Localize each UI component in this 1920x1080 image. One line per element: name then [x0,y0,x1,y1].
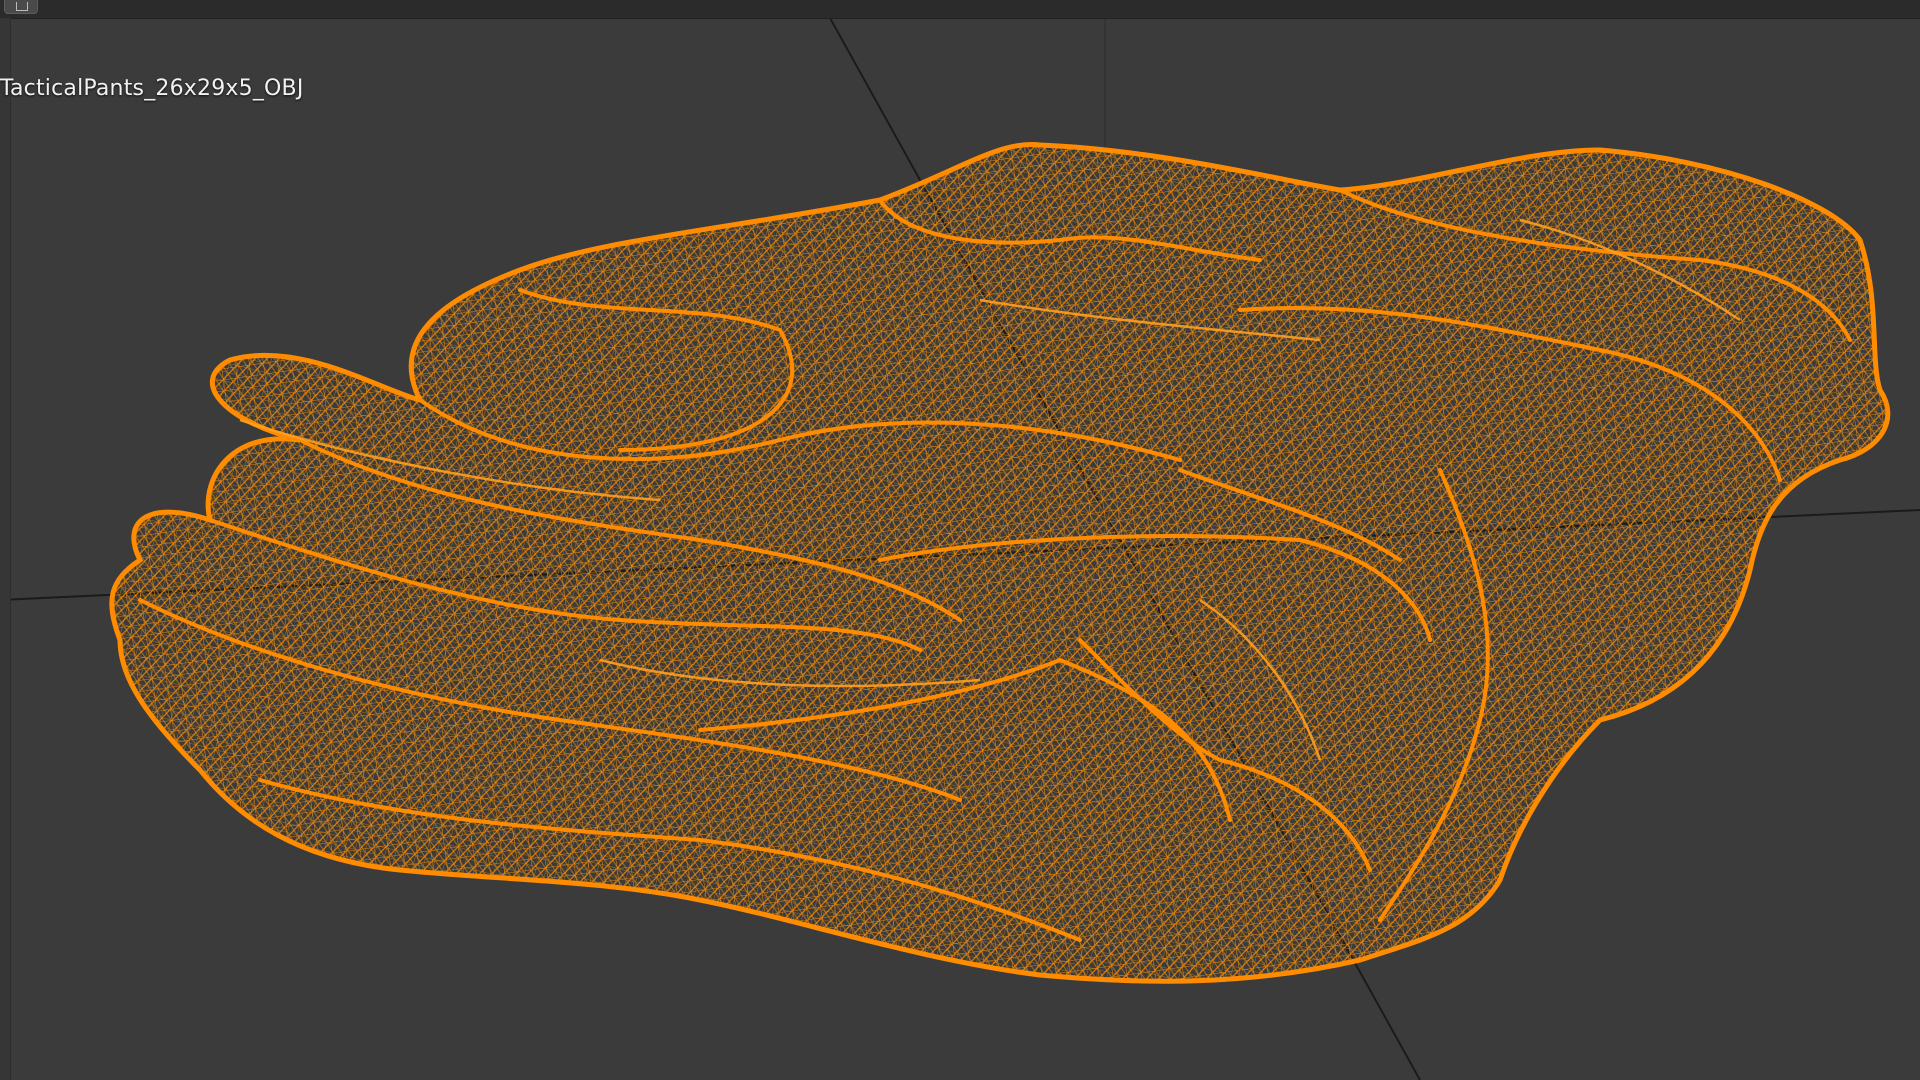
wireframe-mesh[interactable] [0,0,1920,1080]
toolbar-edge [0,18,11,1080]
3d-viewport[interactable]: TacticalPants_26x29x5_OBJ [0,0,1920,1080]
editor-type-button[interactable] [4,0,38,14]
viewport-header [0,0,1920,19]
active-object-label: TacticalPants_26x29x5_OBJ [0,76,304,101]
editor-type-icon [16,2,28,11]
viewport-scene[interactable] [0,0,1920,1080]
